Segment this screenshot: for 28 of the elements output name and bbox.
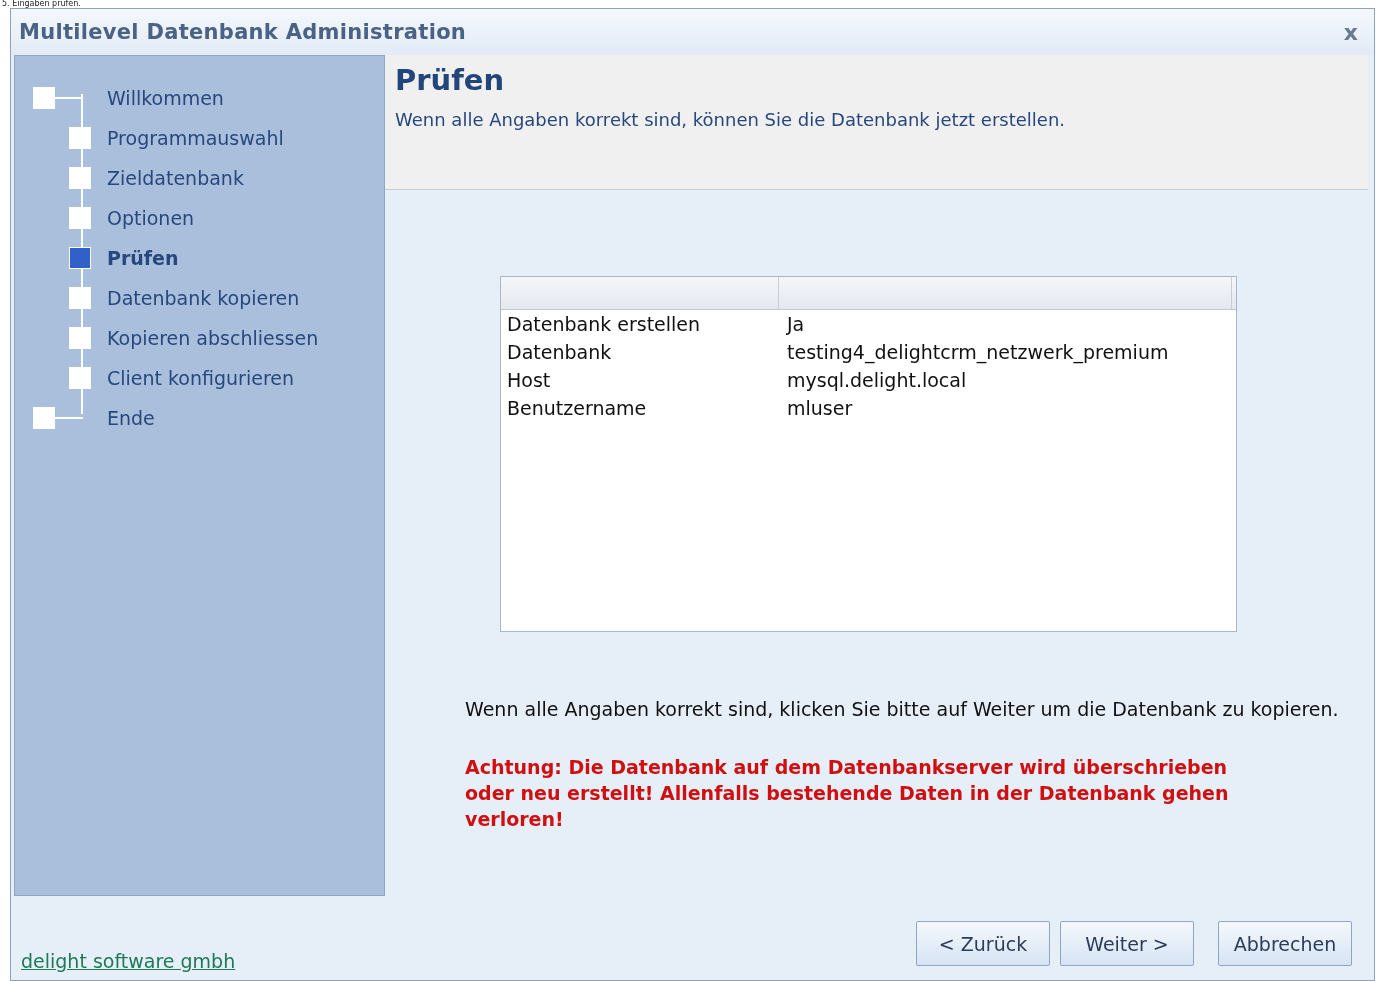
info-text: Wenn alle Angaben korrekt sind, klicken Sie bitte auf Weiter um die Datenbank zu kopieren. — [465, 698, 1340, 720]
table-cell-text: Benutzername — [506, 397, 648, 419]
caption-text: 5. Eingaben prüfen. — [1, 0, 82, 8]
table-cell: testing4_delightcrm_netzwerk_premium — [787, 341, 1169, 363]
step-label[interactable]: Programmauswahl — [107, 127, 284, 149]
step-label[interactable]: Prüfen — [107, 247, 179, 269]
step-label[interactable]: Ende — [107, 407, 155, 429]
table-cell-text: Host — [506, 369, 552, 391]
table-cell: mluser — [787, 397, 853, 419]
close-button[interactable]: x — [1339, 19, 1362, 45]
step-label[interactable]: Zieldatenbank — [107, 167, 244, 189]
table-cell: Ja — [787, 313, 805, 335]
wizard-button[interactable]: Weiter > — [1060, 921, 1194, 966]
wizard-button[interactable]: Abbrechen — [1218, 921, 1352, 966]
warning-text: Achtung: Die Datenbank auf dem Datenbankserver wird überschrieben oder neu erstellt! Allenfalls bestehende Daten in der Datenbank gehen verloren! — [465, 755, 1230, 832]
step-label[interactable]: Optionen — [107, 207, 195, 229]
window-title: Multilevel Datenbank Administration — [19, 20, 467, 44]
wizard-button[interactable]: < Zurück — [916, 921, 1050, 966]
table-cell-text: Datenbank — [506, 341, 613, 363]
table-cell-text: Datenbank erstellen — [506, 313, 702, 335]
page-subtitle: Wenn alle Angaben korrekt sind, können Sie die Datenbank jetzt erstellen. — [395, 109, 1067, 130]
table-cell: mysql.delight.local — [787, 369, 967, 391]
company-link[interactable]: delight software gmbh — [21, 950, 236, 972]
step-label[interactable]: Willkommen — [107, 87, 224, 109]
step-label[interactable]: Kopieren abschliessen — [107, 327, 319, 349]
page-heading: Prüfen — [395, 63, 506, 97]
step-label[interactable]: Client konfigurieren — [107, 367, 294, 389]
step-label[interactable]: Datenbank kopieren — [107, 287, 300, 309]
